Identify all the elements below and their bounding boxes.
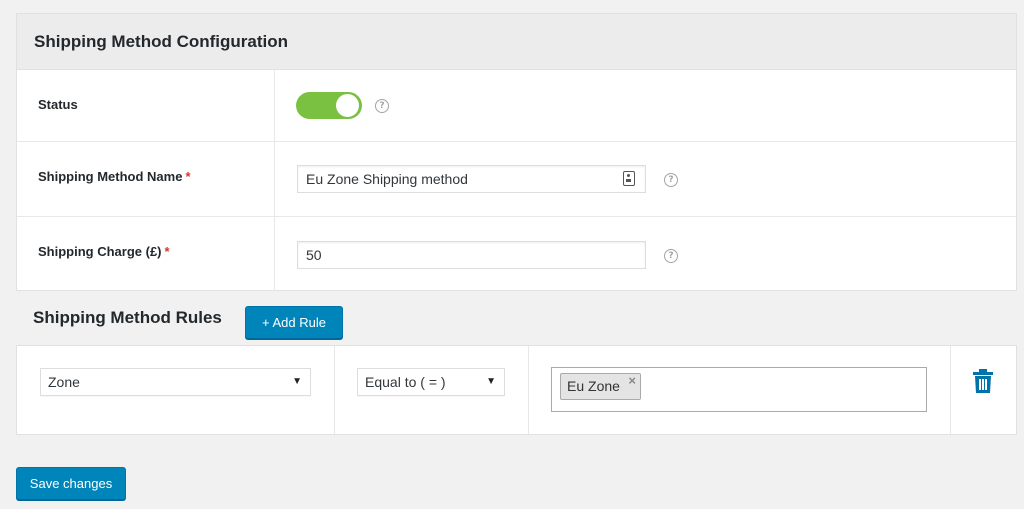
status-label: Status <box>38 97 78 112</box>
value-chip-label: Eu Zone <box>567 378 620 394</box>
status-help-icon[interactable]: ? <box>375 99 389 113</box>
name-label-text: Shipping Method Name <box>38 169 183 184</box>
status-toggle[interactable] <box>296 92 362 119</box>
shipping-method-rules-title: Shipping Method Rules <box>33 308 222 327</box>
shipping-method-name-label: Shipping Method Name * <box>38 169 191 184</box>
rule-condition-cell: Zone ▼ <box>17 346 335 434</box>
shipping-method-configuration-panel: Shipping Method Configuration Status ? S… <box>16 13 1017 291</box>
rule-condition-value: Zone <box>48 374 80 390</box>
charge-help-icon[interactable]: ? <box>664 249 678 263</box>
value-chip: Eu Zone × <box>560 373 641 400</box>
required-asterisk: * <box>164 244 170 259</box>
toggle-knob <box>336 94 359 117</box>
rule-operator-value: Equal to ( = ) <box>365 374 446 390</box>
shipping-method-name-input[interactable] <box>297 165 646 193</box>
panel-title: Shipping Method Configuration <box>34 31 289 51</box>
save-changes-button[interactable]: Save changes <box>16 467 126 500</box>
name-help-icon[interactable]: ? <box>664 173 678 187</box>
add-rule-button[interactable]: + Add Rule <box>245 306 343 339</box>
name-label-cell: Shipping Method Name * <box>17 142 275 216</box>
shipping-charge-label: Shipping Charge (£) * <box>38 244 170 259</box>
rule-actions-cell <box>951 346 1017 434</box>
rule-values-cell: Eu Zone × <box>529 346 951 434</box>
delete-rule-trash-icon[interactable] <box>973 369 993 393</box>
rule-values-multiselect[interactable]: Eu Zone × <box>551 367 927 412</box>
charge-label-text: Shipping Charge (£) <box>38 244 162 259</box>
required-asterisk: * <box>185 169 191 184</box>
dropdown-arrow-icon: ▼ <box>292 376 302 387</box>
status-label-cell: Status <box>17 70 275 141</box>
panel-header: Shipping Method Configuration <box>17 14 1016 70</box>
remove-chip-icon[interactable]: × <box>628 372 636 390</box>
contact-card-icon[interactable] <box>623 171 635 186</box>
rule-operator-cell: Equal to ( = ) ▼ <box>335 346 529 434</box>
shipping-method-name-row: Shipping Method Name* ? <box>17 142 1016 217</box>
rule-condition-select[interactable]: Zone ▼ <box>40 368 311 396</box>
charge-label-cell: Shipping Charge (£) * <box>17 217 275 291</box>
rule-row: Zone ▼ Equal to ( = ) ▼ Eu Zone × <box>16 345 1017 435</box>
shipping-charge-input[interactable] <box>297 241 646 269</box>
shipping-charge-row: Shipping Charge (£)* ? <box>17 217 1016 291</box>
status-row: Status ? <box>17 70 1016 142</box>
dropdown-arrow-icon: ▼ <box>486 376 496 387</box>
rule-operator-select[interactable]: Equal to ( = ) ▼ <box>357 368 505 396</box>
